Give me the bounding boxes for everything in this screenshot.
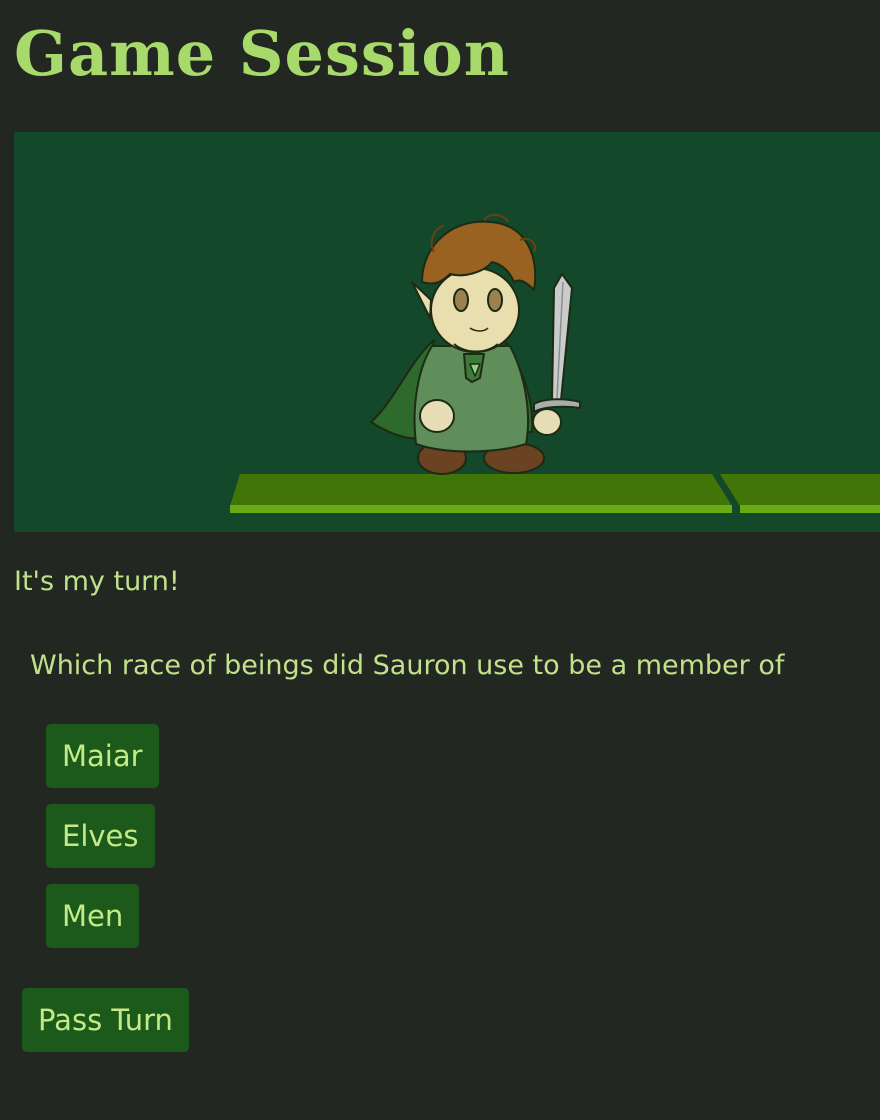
- answer-item: Elves: [46, 804, 159, 868]
- page-title: Game Session: [14, 17, 510, 90]
- answer-list: Maiar Elves Men: [46, 724, 159, 964]
- platform-left: [230, 474, 732, 513]
- platform-right: [720, 474, 880, 513]
- answer-button-maiar[interactable]: Maiar: [46, 724, 159, 788]
- turn-status-text: It's my turn!: [14, 566, 180, 597]
- answer-button-men[interactable]: Men: [46, 884, 140, 948]
- hobbit-character-sprite: [370, 214, 581, 475]
- answer-item: Men: [46, 884, 159, 948]
- game-canvas: [230, 214, 880, 513]
- question-text: Which race of beings did Sauron use to b…: [30, 650, 785, 681]
- pass-turn-button[interactable]: Pass Turn: [22, 988, 189, 1052]
- answer-button-elves[interactable]: Elves: [46, 804, 155, 868]
- answer-item: Maiar: [46, 724, 159, 788]
- game-scene: [14, 132, 880, 532]
